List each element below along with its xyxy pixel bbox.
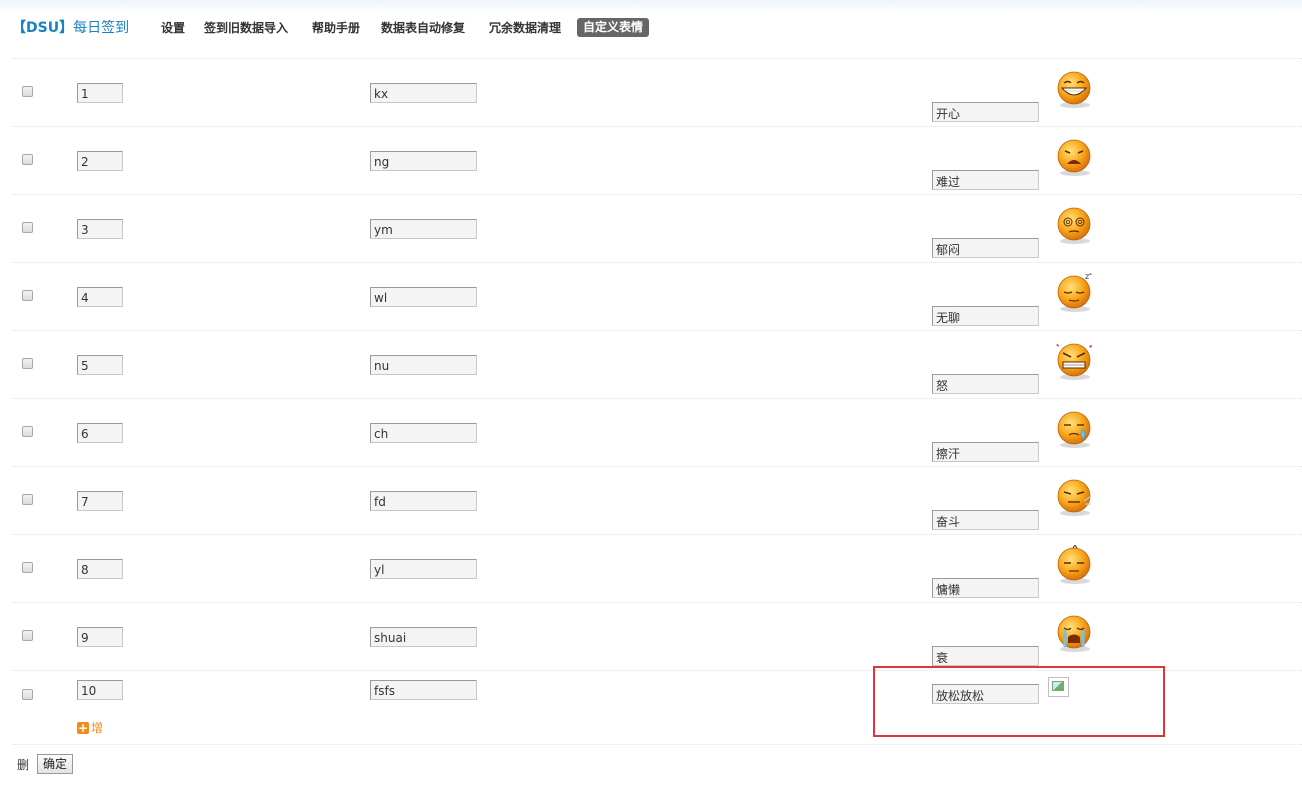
- row-delete-checkbox[interactable]: [22, 630, 33, 641]
- display-order-input[interactable]: [77, 559, 123, 579]
- emotion-code-input[interactable]: [370, 287, 477, 307]
- emotion-name-input[interactable]: [932, 578, 1039, 598]
- table-row: [12, 194, 1302, 263]
- angry-face-icon: [1053, 341, 1095, 381]
- grinning-face-icon: [1053, 69, 1095, 109]
- nav-custom-emotions[interactable]: 自定义表情: [577, 18, 650, 37]
- table-row: [12, 58, 1302, 127]
- nav-redundant-cleanup[interactable]: 冗余数据清理: [489, 19, 561, 37]
- table-row: [12, 534, 1302, 603]
- row-delete-checkbox[interactable]: [22, 689, 33, 700]
- top-header: 【DSU】每日签到 设置 签到旧数据导入 帮助手册 数据表自动修复 冗余数据清理…: [0, 0, 1302, 50]
- submit-button[interactable]: 确定: [37, 754, 74, 774]
- table-row: [12, 602, 1302, 671]
- add-label: 增: [91, 721, 104, 735]
- display-order-input[interactable]: [77, 219, 123, 239]
- emotion-code-input[interactable]: [370, 627, 477, 647]
- nav-auto-repair[interactable]: 数据表自动修复: [381, 19, 465, 37]
- table-row: zz: [12, 262, 1302, 331]
- nav-help-manual[interactable]: 帮助手册: [312, 19, 360, 37]
- lazy-face-icon: [1053, 544, 1095, 585]
- emotion-name-input[interactable]: [932, 170, 1039, 190]
- display-order-input[interactable]: [77, 287, 123, 307]
- emotion-name-input[interactable]: [932, 684, 1039, 704]
- crying-face-icon: [1053, 613, 1095, 653]
- row-delete-checkbox[interactable]: [22, 358, 33, 369]
- table-row: [12, 126, 1302, 195]
- emotion-name-input[interactable]: [932, 374, 1039, 394]
- nav-import-old-data[interactable]: 签到旧数据导入: [204, 19, 288, 37]
- sleepy-face-icon: zz: [1053, 270, 1095, 313]
- divider: [12, 744, 1302, 745]
- emotion-code-input[interactable]: [370, 151, 477, 171]
- row-delete-checkbox[interactable]: [22, 290, 33, 301]
- plugin-title-name: 每日签到: [73, 20, 130, 36]
- emotion-code-input[interactable]: [370, 83, 477, 103]
- table-row: [12, 330, 1302, 399]
- table-row: [12, 670, 1302, 709]
- emotion-name-input[interactable]: [932, 238, 1039, 258]
- plus-icon: +: [77, 720, 89, 735]
- table-row: [12, 398, 1302, 467]
- display-order-input[interactable]: [77, 423, 123, 443]
- row-delete-checkbox[interactable]: [22, 494, 33, 505]
- emotion-code-input[interactable]: [370, 559, 477, 579]
- broken-image-icon: [1048, 677, 1069, 697]
- add-emotion-link[interactable]: + 增: [77, 719, 103, 735]
- dizzy-face-icon: [1053, 205, 1095, 245]
- emotion-code-input[interactable]: [370, 355, 477, 375]
- row-delete-checkbox[interactable]: [22, 562, 33, 573]
- emotion-code-input[interactable]: [370, 219, 477, 239]
- emotion-name-input[interactable]: [932, 646, 1039, 666]
- display-order-input[interactable]: [77, 151, 123, 171]
- delete-label: 删: [17, 758, 30, 772]
- emotion-name-input[interactable]: [932, 442, 1039, 462]
- striving-face-icon: [1053, 477, 1095, 517]
- svg-text:z: z: [1089, 273, 1092, 277]
- emotion-code-input[interactable]: [370, 680, 477, 700]
- row-delete-checkbox[interactable]: [22, 222, 33, 233]
- emotion-name-input[interactable]: [932, 510, 1039, 530]
- display-order-input[interactable]: [77, 83, 123, 103]
- sad-face-icon: [1053, 137, 1095, 177]
- emotion-name-input[interactable]: [932, 102, 1039, 122]
- row-delete-checkbox[interactable]: [22, 426, 33, 437]
- emotion-code-input[interactable]: [370, 491, 477, 511]
- display-order-input[interactable]: [77, 355, 123, 375]
- display-order-input[interactable]: [77, 491, 123, 511]
- nav-settings[interactable]: 设置: [161, 19, 185, 37]
- row-delete-checkbox[interactable]: [22, 154, 33, 165]
- plugin-title: 【DSU】每日签到: [12, 17, 129, 37]
- table-row: [12, 466, 1302, 535]
- plugin-title-prefix: 【DSU】: [12, 20, 74, 36]
- display-order-input[interactable]: [77, 627, 123, 647]
- display-order-input[interactable]: [77, 680, 123, 700]
- sweat-face-icon: [1053, 409, 1095, 449]
- emotion-code-input[interactable]: [370, 423, 477, 443]
- row-delete-checkbox[interactable]: [22, 86, 33, 97]
- emotion-name-input[interactable]: [932, 306, 1039, 326]
